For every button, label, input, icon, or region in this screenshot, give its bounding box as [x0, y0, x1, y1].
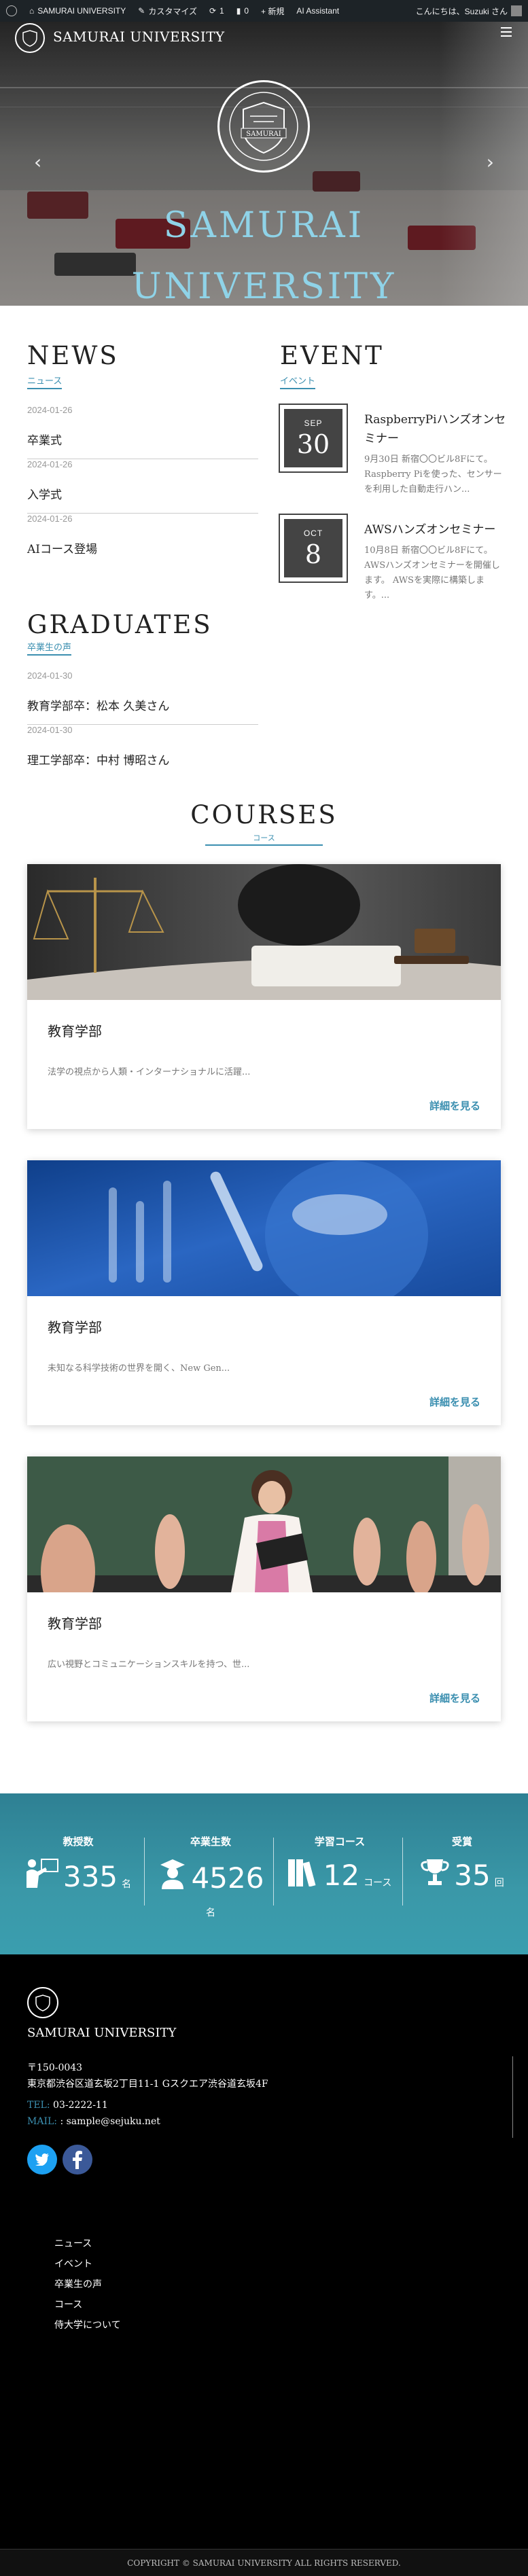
course-more-link[interactable]: 詳細を見る — [429, 1098, 480, 1113]
news-title[interactable]: 卒業式 — [27, 431, 62, 448]
graduate-title[interactable]: 教育学部卒：松本 久美さん — [27, 696, 169, 713]
avatar — [511, 5, 522, 16]
teacher-icon — [25, 1858, 59, 1891]
admin-comments[interactable]: ▮ 0 — [230, 0, 255, 22]
event-title[interactable]: AWSハンズオンセミナー — [364, 520, 508, 539]
courses-heading: COURSES — [190, 800, 338, 829]
university-crest: SAMURAI — [217, 80, 310, 173]
footer-menu-news[interactable]: ニュース — [54, 2236, 92, 2250]
course-more-link[interactable]: 詳細を見る — [429, 1395, 480, 1409]
course-title[interactable]: 教育学部 — [48, 1020, 102, 1040]
stat-courses: 学習コース 12 コース — [275, 1834, 404, 1890]
admin-site-name[interactable]: ⌂ SAMURAI UNIVERSITY — [23, 0, 132, 22]
graduate-date: 2024-01-30 — [27, 670, 73, 681]
stat-professors: 教授数 335 名 — [14, 1834, 143, 1891]
footer-mail-label: MAIL: — [27, 2116, 57, 2127]
hero-title-line2: UNIVERSITY — [131, 266, 397, 306]
home-icon: ⌂ — [29, 6, 35, 16]
news-heading: NEWS — [27, 341, 119, 370]
event-item[interactable]: OCT 8 AWSハンズオンセミナー 10月8日 新宿〇〇ビル8Fにて。AWSハ… — [279, 514, 508, 617]
updates-icon: ⟳ — [209, 6, 217, 16]
admin-updates[interactable]: ⟳ 1 — [203, 0, 230, 22]
course-image-education — [27, 1456, 501, 1592]
news-date: 2024-01-26 — [27, 514, 73, 524]
admin-ai-assistant[interactable]: AI Assistant — [290, 0, 345, 22]
hero-title-line1: SAMURAI — [163, 205, 365, 246]
event-date-box: SEP 30 — [279, 404, 348, 473]
course-card[interactable]: 教育学部 未知なる科学技術の世界を開く、New Gen... 詳細を見る — [27, 1160, 501, 1425]
graduates-subheading: 卒業生の声 — [27, 640, 72, 656]
courses-subheading: コース — [205, 834, 323, 846]
footer-tel-label: TEL: — [27, 2100, 50, 2111]
footer-menu-graduates[interactable]: 卒業生の声 — [54, 2277, 102, 2291]
trophy-icon — [420, 1858, 450, 1889]
books-icon — [287, 1858, 319, 1889]
footer-menu-event[interactable]: イベント — [54, 2257, 92, 2270]
footer-postal: 〒150-0043 — [27, 2062, 83, 2073]
site-header: SAMURAI UNIVERSITY — [0, 22, 528, 83]
hero-slider: SAMURAI UNIVERSITY SAMURAI ‹ › SAMURAI U… — [0, 22, 528, 306]
twitter-icon[interactable] — [27, 2145, 57, 2175]
news-title[interactable]: AIコース登場 — [27, 539, 97, 556]
news-title[interactable]: 入学式 — [27, 485, 62, 502]
slider-prev-arrow-icon[interactable]: ‹ — [34, 151, 41, 173]
stat-graduates: 卒業生数 4526 名 — [143, 1834, 279, 1919]
footer-site-name: SAMURAI UNIVERSITY — [27, 2026, 177, 2040]
site-title[interactable]: SAMURAI UNIVERSITY — [53, 29, 225, 45]
course-more-link[interactable]: 詳細を見る — [429, 1691, 480, 1705]
comment-icon: ▮ — [236, 6, 241, 16]
event-excerpt: 10月8日 新宿〇〇ビル8Fにて。AWSハンズオンセミナーを開催します。 AWS… — [364, 545, 500, 601]
stats-section: 教授数 335 名 卒業生数 4526 名 学習コース 12 コース 受賞 35… — [0, 1793, 528, 1954]
course-title[interactable]: 教育学部 — [48, 1317, 102, 1336]
news-item[interactable]: 2024-01-26 AIコース登場 — [27, 514, 258, 568]
brush-icon: ✎ — [138, 6, 145, 16]
footer-address: 東京都渋谷区道玄坂2丁目11-1 Gスクエア渋谷道玄坂4F — [27, 2079, 268, 2090]
footer-mail[interactable]: : sample@sejuku.net — [60, 2116, 160, 2127]
event-date-box: OCT 8 — [279, 514, 348, 583]
course-card[interactable]: 教育学部 広い視野とコミュニケーションスキルを持つ、世... 詳細を見る — [27, 1456, 501, 1721]
slider-next-arrow-icon[interactable]: › — [487, 151, 494, 173]
course-description: 広い視野とコミュニケーションスキルを持つ、世... — [48, 1660, 250, 1670]
graduate-item[interactable]: 2024-01-30 教育学部卒：松本 久美さん — [27, 670, 258, 725]
course-card[interactable]: 教育学部 法学の視点から人類・インターナショナルに活躍... 詳細を見る — [27, 864, 501, 1129]
event-subheading: イベント — [280, 374, 316, 389]
news-date: 2024-01-26 — [27, 459, 73, 469]
event-excerpt: 9月30日 新宿〇〇ビル8Fにて。Raspberry Piを使った、センサーを利… — [364, 454, 502, 495]
admin-bar: ⌂ SAMURAI UNIVERSITY ✎ カスタマイズ ⟳ 1 ▮ 0 + … — [0, 0, 528, 22]
graduate-title[interactable]: 理工学部卒：中村 博昭さん — [27, 751, 169, 768]
stat-awards: 受賞 35 回 — [398, 1834, 527, 1890]
admin-new[interactable]: + 新規 — [255, 0, 290, 22]
news-item[interactable]: 2024-01-26 卒業式 — [27, 405, 258, 459]
graduate-date: 2024-01-30 — [27, 725, 73, 735]
facebook-icon[interactable] — [63, 2145, 92, 2175]
admin-customize[interactable]: ✎ カスタマイズ — [132, 0, 203, 22]
news-date: 2024-01-26 — [27, 405, 73, 415]
course-title[interactable]: 教育学部 — [48, 1613, 102, 1632]
event-heading: EVENT — [280, 341, 384, 370]
menu-icon[interactable] — [501, 27, 512, 37]
site-logo[interactable] — [15, 23, 45, 53]
course-image-law — [27, 864, 501, 1000]
course-description: 法学の視点から人類・インターナショナルに活躍... — [48, 1067, 251, 1077]
graduates-heading: GRADUATES — [27, 610, 213, 639]
event-item[interactable]: SEP 30 RaspberryPiハンズオンセミナー 9月30日 新宿〇〇ビル… — [279, 404, 508, 507]
footer-tel[interactable]: 03-2222-11 — [53, 2100, 108, 2111]
footer-logo[interactable] — [27, 1987, 58, 2018]
news-item[interactable]: 2024-01-26 入学式 — [27, 459, 258, 514]
event-title[interactable]: RaspberryPiハンズオンセミナー — [364, 410, 508, 448]
course-description: 未知なる科学技術の世界を開く、New Gen... — [48, 1363, 230, 1374]
admin-greeting[interactable]: こんにちは、Suzuki さん — [410, 0, 528, 22]
svg-text:SAMURAI: SAMURAI — [246, 130, 281, 138]
footer-menu-about[interactable]: 侍大学について — [54, 2318, 121, 2331]
footer-menu-courses[interactable]: コース — [54, 2297, 82, 2311]
graduate-item[interactable]: 2024-01-30 理工学部卒：中村 博昭さん — [27, 725, 258, 779]
site-footer: SAMURAI UNIVERSITY 〒150-0043 東京都渋谷区道玄坂2丁… — [0, 1954, 528, 2576]
graduates-icon — [158, 1858, 188, 1892]
news-subheading: ニュース — [27, 374, 63, 389]
copyright: COPYRIGHT © SAMURAI UNIVERSITY ALL RIGHT… — [0, 2549, 528, 2576]
wordpress-logo-icon[interactable] — [0, 0, 23, 22]
course-image-science — [27, 1160, 501, 1296]
